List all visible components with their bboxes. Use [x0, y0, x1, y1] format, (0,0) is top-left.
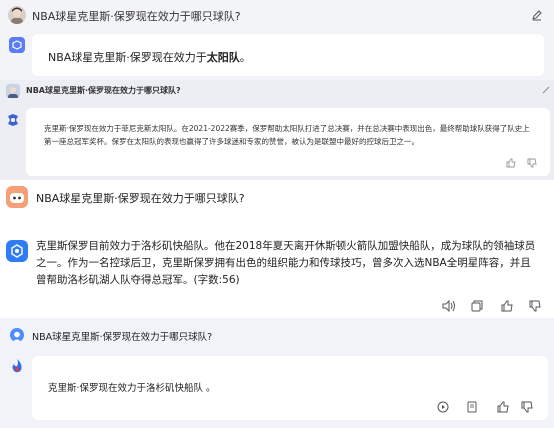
thumbs-up-icon[interactable]: [496, 400, 510, 414]
thumbs-down-icon[interactable]: [520, 400, 534, 414]
answer-text: NBA球星克里斯·保罗现在效力于太阳队。: [48, 51, 251, 64]
answer-bubble: 克里斯·保罗现在效力于菲尼克斯太阳队。在2021-2022赛季，保罗帮助太阳队打…: [26, 108, 550, 176]
answer-bubble: NBA球星克里斯·保罗现在效力于太阳队。: [32, 34, 544, 76]
thumbs-up-icon[interactable]: [500, 299, 514, 313]
thumbs-down-icon[interactable]: [528, 299, 542, 313]
chat-panel-2: NBA球星克里斯·保罗现在效力于哪只球队? 克里斯·保罗现在效力于菲尼克斯太阳队…: [0, 80, 554, 180]
copy-icon[interactable]: [470, 299, 484, 313]
bot-logo-icon: [9, 37, 25, 53]
bot-logo-icon: [10, 358, 24, 374]
chat-panel-4: NBA球星克里斯·保罗现在效力于哪只球队? 克里斯·保罗现在效力于洛杉矶快船队 …: [0, 318, 554, 428]
edit-icon[interactable]: [540, 84, 552, 96]
bot-avatar: [6, 186, 28, 208]
thumbs-down-icon[interactable]: [526, 157, 538, 169]
answer-text: 克里斯保罗目前效力于洛杉矶快船队。他在2018年夏天离开休斯顿火箭队加盟快船队，…: [36, 240, 536, 286]
chat-panel-3: NBA球星克里斯·保罗现在效力于哪只球队? 克里斯保罗目前效力于洛杉矶快船队。他…: [0, 180, 554, 318]
user-avatar: [10, 328, 24, 342]
edit-icon[interactable]: [530, 8, 544, 22]
answer-highlight: 太阳队: [206, 51, 240, 64]
user-avatar: [8, 6, 26, 24]
play-icon[interactable]: [436, 400, 450, 414]
question-text: NBA球星克里斯·保罗现在效力于哪只球队?: [36, 192, 245, 205]
answer-text: 克里斯·保罗现在效力于菲尼克斯太阳队。在2021-2022赛季，保罗帮助太阳队打…: [44, 124, 530, 147]
speaker-icon[interactable]: [441, 299, 457, 313]
ernie-logo-icon: [6, 240, 28, 262]
thumbs-up-icon[interactable]: [505, 157, 517, 169]
question-text: NBA球星克里斯·保罗现在效力于哪只球队?: [32, 10, 241, 23]
answer-text: 克里斯·保罗现在效力于洛杉矶快船队 。: [48, 383, 216, 394]
copy-icon[interactable]: [465, 400, 479, 414]
question-text: NBA球星克里斯·保罗现在效力于哪只球队?: [26, 86, 181, 95]
chat-panel-1: NBA球星克里斯·保罗现在效力于哪只球队? NBA球星克里斯·保罗现在效力于太阳…: [0, 0, 554, 80]
bot-logo-icon: [6, 113, 20, 127]
user-avatar: [6, 84, 20, 98]
question-text: NBA球星克里斯·保罗现在效力于哪只球队?: [32, 332, 213, 343]
